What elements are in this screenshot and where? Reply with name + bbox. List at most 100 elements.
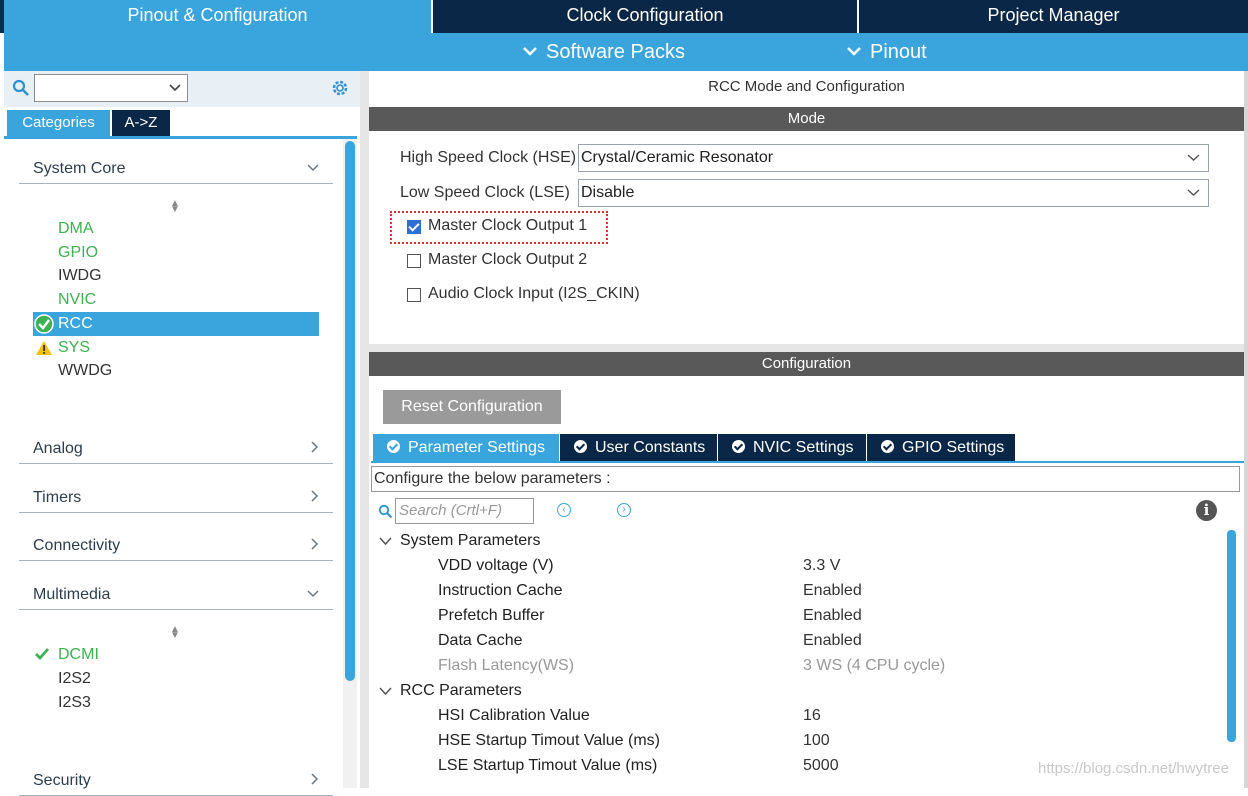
left-scrollbar-thumb[interactable]	[345, 141, 355, 681]
mco2-checkbox[interactable]	[407, 254, 421, 268]
chevron-down-icon[interactable]	[379, 687, 392, 696]
software-packs-label: Software Packs	[546, 41, 685, 63]
top-tab-bar: Pinout & Configuration Clock Configurati…	[0, 0, 1248, 33]
tab-label: NVIC Settings	[753, 439, 854, 456]
param-value[interactable]: Enabled	[803, 607, 862, 625]
param-value: 3 WS (4 CPU cycle)	[803, 657, 946, 674]
section-splitter[interactable]	[369, 344, 1244, 352]
group-label: Connectivity	[33, 537, 121, 554]
chevron-right-icon	[311, 773, 319, 785]
group-connectivity[interactable]: Connectivity	[19, 531, 333, 561]
system-parameters-header[interactable]: System Parameters	[400, 532, 540, 550]
configure-text: Configure the below parameters :	[371, 466, 1240, 492]
tab-clock-configuration[interactable]: Clock Configuration	[431, 0, 857, 33]
mco1-label: Master Clock Output 1	[428, 217, 588, 234]
param-name: Data Cache	[438, 632, 523, 649]
search-icon	[378, 504, 393, 519]
param-name: LSE Startup Timout Value (ms)	[438, 757, 658, 774]
lse-label: Low Speed Clock (LSE)	[400, 184, 570, 201]
lse-select[interactable]: Disable	[578, 179, 1209, 207]
tab-parameter-settings[interactable]: Parameter Settings	[372, 434, 559, 462]
hse-value: Crystal/Ceramic Resonator	[581, 149, 774, 166]
group-label: Security	[33, 772, 91, 789]
search-combo[interactable]	[34, 74, 188, 102]
search-icon[interactable]	[12, 79, 30, 97]
group-system-core[interactable]: System Core	[19, 154, 333, 184]
tab-pinout-configuration[interactable]: Pinout & Configuration	[4, 0, 431, 33]
chevron-down-icon[interactable]	[379, 537, 392, 546]
tab-nvic-settings[interactable]: NVIC Settings	[717, 434, 866, 462]
check-icon	[35, 648, 50, 661]
group-multimedia[interactable]: Multimedia	[19, 580, 333, 610]
list-item-nvic[interactable]: NVIC	[58, 289, 96, 311]
list-item-sys[interactable]: SYS	[58, 337, 90, 359]
sort-icon[interactable]: ▲ ▼	[170, 625, 180, 641]
chevron-right-icon	[311, 538, 319, 550]
right-edge	[1244, 71, 1248, 788]
mco2-label: Master Clock Output 2	[428, 251, 588, 268]
param-value[interactable]: 3.3 V	[803, 557, 840, 575]
tab-project-manager[interactable]: Project Manager	[857, 0, 1248, 33]
param-tab-underline	[371, 461, 1244, 463]
hse-select[interactable]: Crystal/Ceramic Resonator	[578, 144, 1209, 172]
param-name: Instruction Cache	[438, 582, 563, 599]
pinout-menu[interactable]: Pinout	[846, 33, 927, 71]
group-label: Multimedia	[33, 586, 111, 603]
chevron-down-icon	[1187, 154, 1200, 161]
parameters-scrollbar-thumb[interactable]	[1227, 530, 1236, 742]
chevron-down-icon	[847, 47, 861, 56]
list-item-rcc[interactable]: RCC	[58, 313, 93, 335]
group-analog[interactable]: Analog	[19, 434, 333, 464]
chevron-right-icon	[311, 490, 319, 502]
watermark: https://blog.csdn.net/hwytree	[1038, 760, 1229, 777]
param-value[interactable]: 16	[803, 707, 821, 725]
category-tab-underline	[4, 136, 357, 139]
list-item-i2s3[interactable]: I2S3	[58, 692, 91, 714]
rcc-parameters-header[interactable]: RCC Parameters	[400, 682, 522, 700]
sort-icon[interactable]: ▲ ▼	[170, 199, 180, 215]
tab-user-constants[interactable]: User Constants	[559, 434, 717, 462]
lse-value: Disable	[581, 184, 635, 201]
chevron-down-icon	[307, 590, 319, 598]
param-value[interactable]: Enabled	[803, 582, 862, 600]
group-label: Timers	[33, 489, 82, 506]
sub-menu-bar: Software Packs Pinout	[4, 33, 1248, 71]
tab-a-to-z[interactable]: A->Z	[112, 110, 170, 136]
parameter-search-input[interactable]: Search (Crtl+F)	[395, 498, 534, 524]
tab-gpio-settings[interactable]: GPIO Settings	[866, 434, 1015, 462]
chevron-down-icon	[523, 47, 537, 56]
previous-match-icon[interactable]: ‹	[557, 503, 571, 517]
group-timers[interactable]: Timers	[19, 483, 333, 513]
tab-categories[interactable]: Categories	[7, 110, 110, 136]
param-name: Prefetch Buffer	[438, 607, 545, 624]
next-match-icon[interactable]: ›	[617, 503, 631, 517]
list-item-iwdg[interactable]: IWDG	[58, 265, 102, 287]
param-value[interactable]: 100	[803, 732, 830, 750]
param-name: Flash Latency(WS)	[438, 657, 575, 674]
hse-label: High Speed Clock (HSE)	[400, 149, 577, 166]
chevron-right-icon	[311, 441, 319, 453]
gear-icon[interactable]	[330, 78, 350, 98]
group-security[interactable]: Security	[19, 766, 333, 796]
list-item-dcmi[interactable]: DCMI	[58, 644, 99, 666]
info-icon[interactable]: i	[1196, 500, 1217, 521]
mco1-checkbox[interactable]	[407, 220, 421, 234]
pinout-label: Pinout	[870, 41, 927, 63]
tab-label: GPIO Settings	[902, 439, 1005, 456]
list-item-gpio[interactable]: GPIO	[58, 242, 98, 264]
audio-clock-checkbox[interactable]	[407, 288, 421, 302]
software-packs-menu[interactable]: Software Packs	[522, 33, 685, 71]
list-item-wwdg[interactable]: WWDG	[58, 360, 112, 382]
reset-configuration-button[interactable]: Reset Configuration	[383, 390, 561, 424]
param-name: VDD voltage (V)	[438, 557, 554, 574]
param-value[interactable]: 5000	[803, 757, 839, 775]
list-item-i2s2[interactable]: I2S2	[58, 668, 91, 690]
group-label: System Core	[33, 160, 126, 177]
warning-icon	[36, 341, 52, 355]
check-circle-icon	[732, 439, 745, 453]
tab-label: Parameter Settings	[408, 439, 545, 456]
panel-splitter[interactable]	[360, 71, 369, 788]
param-value[interactable]: Enabled	[803, 632, 862, 650]
group-label: Analog	[33, 440, 83, 457]
list-item-dma[interactable]: DMA	[58, 218, 94, 240]
